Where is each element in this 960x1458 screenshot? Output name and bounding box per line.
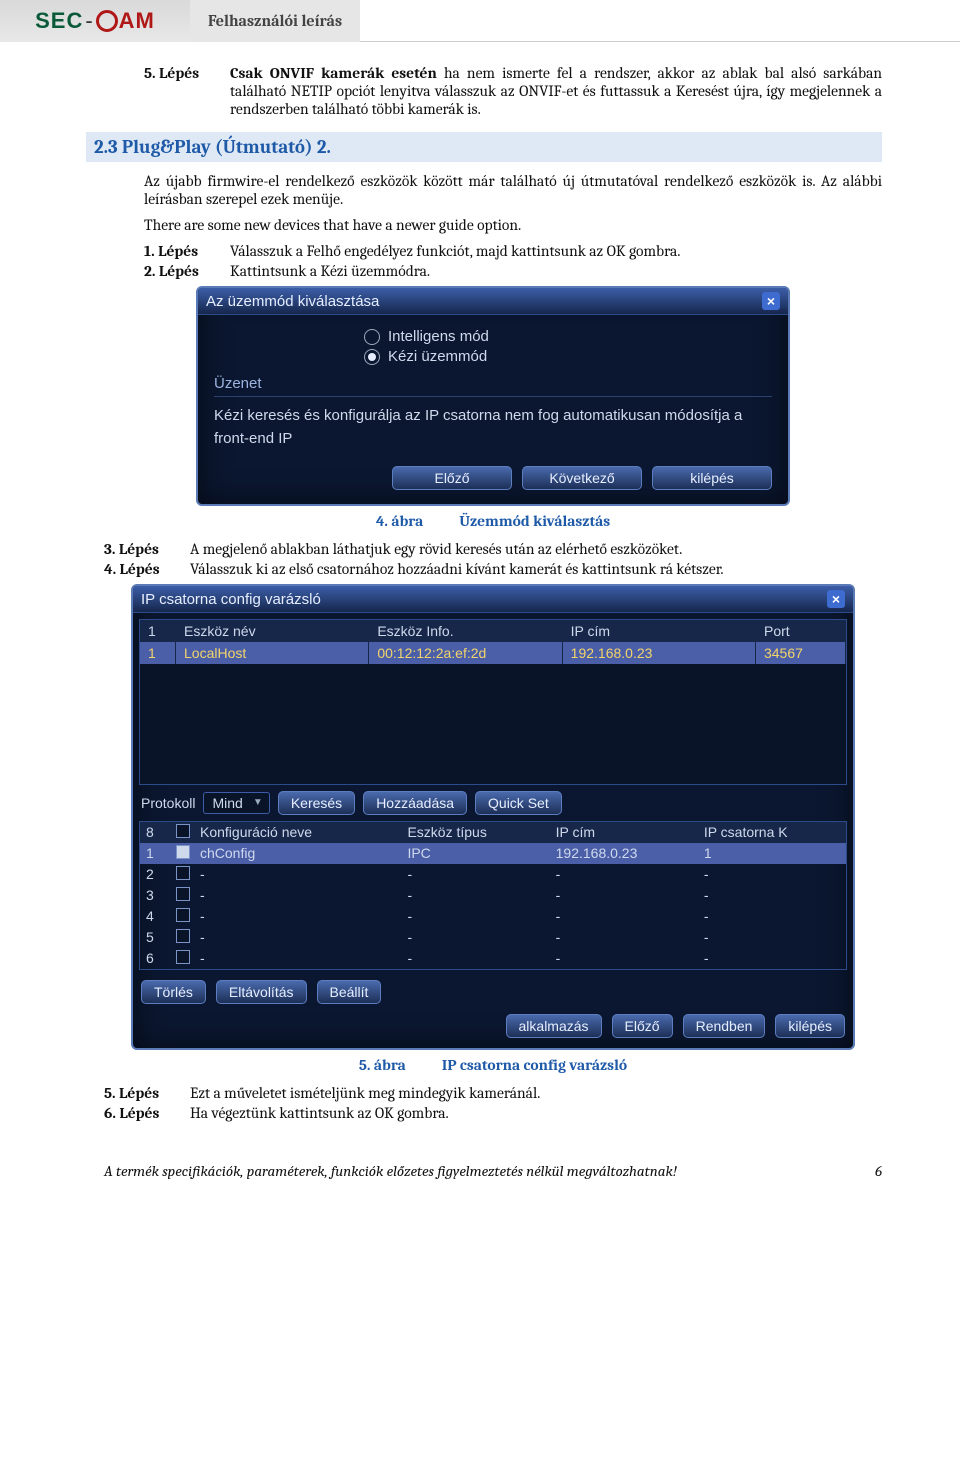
delete-button[interactable]: Törlés	[141, 980, 206, 1004]
paragraph: There are some new devices that have a n…	[104, 216, 882, 234]
radio-intelligens[interactable]: Intelligens mód	[364, 328, 772, 345]
figure-caption-4: 4. ábraÜzemmód kiválasztás	[104, 512, 882, 530]
message-text: Kézi keresés és konfigurálja az IP csato…	[214, 405, 772, 450]
add-button[interactable]: Hozzáadása	[363, 791, 467, 815]
step-1: 1. Lépés Válasszuk a Felhő engedélyez fu…	[104, 242, 882, 260]
window-titlebar: Az üzemmód kiválasztása ×	[198, 288, 788, 315]
page-body: 5. Lépés Csak ONVIF kamerák esetén ha ne…	[0, 42, 960, 1144]
protocol-select[interactable]: Mind	[203, 792, 269, 814]
channel-row[interactable]: 5----	[140, 927, 846, 948]
step-label: 5. Lépés	[144, 64, 230, 118]
prev-button[interactable]: Előző	[612, 1014, 673, 1038]
figure-caption-5: 5. ábraIP csatorna config varázsló	[104, 1056, 882, 1074]
channel-row[interactable]: 2----	[140, 864, 846, 885]
channel-grid-header: 8 Konfiguráció neve Eszköz típus IP cím …	[140, 822, 846, 843]
channel-row[interactable]: 6----	[140, 948, 846, 969]
group-label: Üzenet	[214, 375, 772, 392]
step-6: 6. Lépés Ha végeztünk kattintsunk az OK …	[104, 1104, 882, 1122]
exit-button[interactable]: kilépés	[652, 466, 772, 490]
apply-button[interactable]: alkalmazás	[506, 1014, 602, 1038]
protocol-label: Protokoll	[141, 795, 195, 811]
window-title: Az üzemmód kiválasztása	[206, 293, 379, 310]
page-header: SEC-AM Felhasználói leírás	[0, 0, 960, 42]
header-tab: Felhasználói leírás	[190, 0, 360, 42]
set-button[interactable]: Beállít	[317, 980, 382, 1004]
brand-logo: SEC-AM	[0, 0, 190, 42]
protocol-row: Protokoll Mind Keresés Hozzáadása Quick …	[141, 791, 845, 815]
channel-row[interactable]: 4----	[140, 906, 846, 927]
page-number: 6	[875, 1162, 882, 1180]
step-3: 3. Lépés A megjelenő ablakban láthatjuk …	[104, 540, 882, 558]
screenshot-mode-select: Az üzemmód kiválasztása × Intelligens mó…	[196, 286, 790, 506]
next-button[interactable]: Következő	[522, 466, 642, 490]
radio-kezi[interactable]: Kézi üzemmód	[364, 348, 772, 365]
screenshot-ip-wizard: IP csatorna config varázsló × 1 Eszköz n…	[131, 584, 855, 1050]
checkbox-icon[interactable]	[176, 845, 190, 859]
remove-button[interactable]: Eltávolítás	[216, 980, 307, 1004]
step-4: 4. Lépés Válasszuk ki az első csatornáho…	[104, 560, 882, 578]
close-icon[interactable]: ×	[827, 590, 845, 608]
checkbox-icon[interactable]	[176, 929, 190, 943]
channel-row[interactable]: 3----	[140, 885, 846, 906]
quickset-button[interactable]: Quick Set	[475, 791, 562, 815]
footer-text: A termék specifikációk, paraméterek, fun…	[104, 1162, 677, 1180]
checkbox-icon[interactable]	[176, 908, 190, 922]
step-2: 2. Lépés Kattintsunk a Kézi üzemmódra.	[104, 262, 882, 280]
close-icon[interactable]: ×	[762, 292, 780, 310]
window-titlebar: IP csatorna config varázsló ×	[133, 586, 853, 613]
radio-icon[interactable]	[364, 329, 380, 345]
logo-cam: AM	[119, 8, 155, 34]
page-footer: A termék specifikációk, paraméterek, fun…	[0, 1144, 960, 1196]
grid-empty-area	[140, 664, 846, 784]
step-text: Csak ONVIF kamerák esetén ha nem ismerte…	[230, 64, 882, 118]
logo-c-icon	[96, 10, 118, 32]
radio-icon[interactable]	[364, 349, 380, 365]
step-5: 5. Lépés Csak ONVIF kamerák esetén ha ne…	[104, 64, 882, 118]
checkbox-icon[interactable]	[176, 866, 190, 880]
channel-grid: 8 Konfiguráció neve Eszköz típus IP cím …	[139, 821, 847, 970]
search-button[interactable]: Keresés	[278, 791, 355, 815]
channel-row[interactable]: 1chConfigIPC192.168.0.231	[140, 843, 846, 864]
section-heading: 2.3 Plug&Play (Útmutató) 2.	[86, 132, 882, 162]
device-grid: 1 Eszköz név Eszköz Info. IP cím Port 1 …	[139, 619, 847, 785]
checkbox-icon[interactable]	[176, 950, 190, 964]
window-title: IP csatorna config varázsló	[141, 591, 321, 608]
step-5b: 5. Lépés Ezt a műveletet ismételjünk meg…	[104, 1084, 882, 1102]
device-row[interactable]: 1 LocalHost 00:12:12:2a:ef:2d 192.168.0.…	[140, 642, 846, 664]
ok-button[interactable]: Rendben	[683, 1014, 766, 1038]
prev-button[interactable]: Előző	[392, 466, 512, 490]
exit-button[interactable]: kilépés	[775, 1014, 845, 1038]
checkbox-icon[interactable]	[176, 887, 190, 901]
checkbox-icon[interactable]	[176, 824, 190, 838]
paragraph: Az újabb firmwire-el rendelkező eszközök…	[104, 172, 882, 208]
grid-header: 1 Eszköz név Eszköz Info. IP cím Port	[140, 620, 846, 642]
logo-sec: SEC	[35, 8, 83, 34]
